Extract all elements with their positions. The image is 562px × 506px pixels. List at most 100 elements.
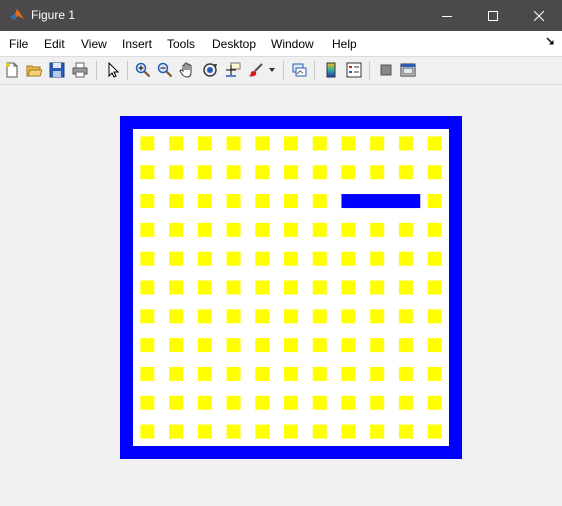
hide-plot-tools-button[interactable] bbox=[377, 61, 395, 79]
pellet bbox=[255, 165, 270, 180]
pellet bbox=[169, 395, 184, 410]
pellet bbox=[341, 280, 356, 295]
pellet bbox=[312, 194, 327, 209]
pellet bbox=[341, 424, 356, 439]
menu-insert[interactable]: Insert bbox=[122, 37, 152, 51]
pellet bbox=[284, 280, 298, 295]
pellet bbox=[197, 395, 212, 410]
pellet bbox=[312, 309, 327, 324]
pellet bbox=[255, 194, 270, 209]
minimize-icon bbox=[442, 15, 452, 17]
link-plot-button[interactable] bbox=[290, 61, 308, 79]
pellet bbox=[140, 309, 155, 324]
pellet bbox=[284, 395, 298, 410]
dock-arrow-icon[interactable] bbox=[546, 37, 555, 46]
pellet bbox=[427, 366, 442, 381]
menu-window[interactable]: Window bbox=[271, 37, 314, 51]
brush-dropdown[interactable] bbox=[267, 61, 277, 79]
pellet bbox=[312, 366, 327, 381]
pellet bbox=[312, 280, 327, 295]
pellet bbox=[169, 165, 184, 180]
zoom-out-button[interactable] bbox=[156, 61, 174, 79]
pellet bbox=[427, 395, 442, 410]
pellet bbox=[398, 222, 413, 237]
pellet bbox=[370, 165, 385, 180]
pellet bbox=[312, 424, 327, 439]
pellet bbox=[312, 395, 327, 410]
toolbar-separator bbox=[314, 61, 315, 80]
pointer-button[interactable] bbox=[104, 61, 122, 79]
new-figure-button[interactable] bbox=[3, 61, 21, 79]
close-button[interactable] bbox=[516, 0, 562, 31]
pellet bbox=[197, 194, 212, 209]
legend-icon bbox=[346, 62, 362, 78]
menu-edit[interactable]: Edit bbox=[44, 37, 65, 51]
pellet bbox=[284, 251, 298, 266]
pellet bbox=[226, 395, 241, 410]
game-board[interactable] bbox=[0, 85, 562, 506]
zoom-out-icon bbox=[157, 62, 173, 78]
maximize-button[interactable] bbox=[470, 0, 516, 31]
pellet bbox=[284, 136, 298, 151]
menu-file[interactable]: File bbox=[9, 37, 28, 51]
pellet bbox=[370, 280, 385, 295]
pellet bbox=[169, 222, 184, 237]
toolbar-separator bbox=[127, 61, 128, 80]
zoom-in-button[interactable] bbox=[134, 61, 152, 79]
pellet bbox=[341, 338, 356, 353]
menu-tools[interactable]: Tools bbox=[167, 37, 195, 51]
pellet bbox=[398, 280, 413, 295]
legend-button[interactable] bbox=[345, 61, 363, 79]
pellet bbox=[169, 424, 184, 439]
print-button[interactable] bbox=[71, 61, 89, 79]
pellet bbox=[284, 338, 298, 353]
colorbar-button[interactable] bbox=[322, 61, 340, 79]
menu-help[interactable]: Help bbox=[332, 37, 357, 51]
snake-body bbox=[341, 194, 421, 209]
pellet bbox=[284, 222, 298, 237]
pellet bbox=[140, 338, 155, 353]
save-icon bbox=[49, 62, 65, 78]
pellet bbox=[284, 309, 298, 324]
brush-button[interactable] bbox=[247, 61, 265, 79]
pointer-icon bbox=[108, 62, 120, 78]
pellet bbox=[169, 338, 184, 353]
pellet bbox=[169, 366, 184, 381]
pellet bbox=[398, 395, 413, 410]
pellet bbox=[255, 222, 270, 237]
pellet bbox=[226, 222, 241, 237]
menu-desktop[interactable]: Desktop bbox=[212, 37, 256, 51]
pellet bbox=[197, 309, 212, 324]
pellet bbox=[341, 309, 356, 324]
pellet bbox=[398, 251, 413, 266]
pellet bbox=[284, 366, 298, 381]
save-button[interactable] bbox=[48, 61, 66, 79]
pellet bbox=[312, 136, 327, 151]
maximize-icon bbox=[488, 10, 498, 21]
chevron-down-icon bbox=[269, 68, 275, 72]
minimize-button[interactable] bbox=[424, 0, 470, 31]
pellet bbox=[427, 280, 442, 295]
show-plot-tools-icon bbox=[400, 63, 416, 77]
pellet bbox=[312, 251, 327, 266]
show-plot-tools-button[interactable] bbox=[399, 61, 417, 79]
open-file-button[interactable] bbox=[25, 61, 43, 79]
pellet bbox=[255, 136, 270, 151]
pellet bbox=[140, 136, 155, 151]
data-cursor-button[interactable] bbox=[224, 61, 242, 79]
pellet bbox=[140, 194, 155, 209]
pellet bbox=[398, 366, 413, 381]
pellet bbox=[370, 395, 385, 410]
pellet bbox=[341, 251, 356, 266]
pellet bbox=[341, 395, 356, 410]
rotate-3d-button[interactable] bbox=[201, 61, 219, 79]
pan-button[interactable] bbox=[178, 61, 196, 79]
pellet bbox=[140, 366, 155, 381]
pellet bbox=[255, 395, 270, 410]
pellet bbox=[197, 222, 212, 237]
pellet bbox=[255, 424, 270, 439]
pellet bbox=[226, 424, 241, 439]
pan-icon bbox=[179, 62, 192, 78]
brush-icon bbox=[249, 63, 263, 77]
menu-view[interactable]: View bbox=[81, 37, 107, 51]
